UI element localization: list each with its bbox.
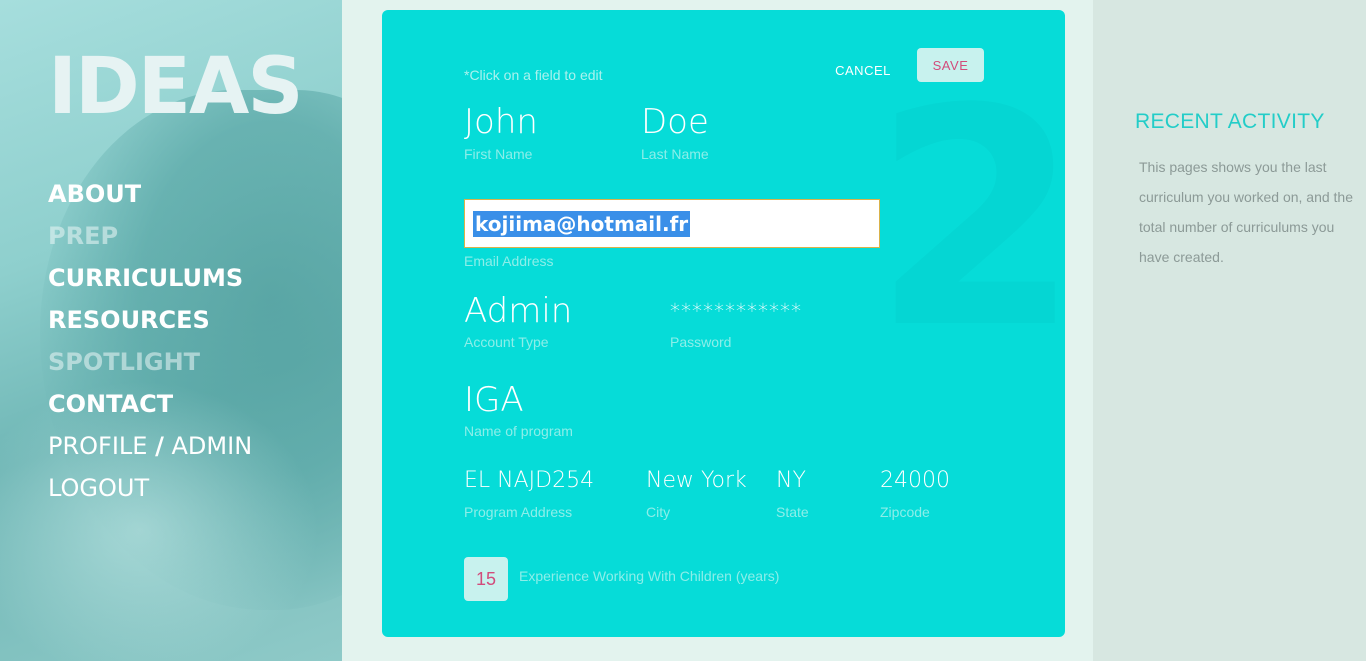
nav-item-about[interactable]: ABOUT — [48, 178, 252, 220]
nav-item-prep[interactable]: PREP — [48, 220, 252, 262]
save-button[interactable]: SAVE — [917, 48, 984, 82]
account-type-label: Account Type — [464, 334, 549, 350]
city-label: City — [646, 504, 671, 520]
email-label: Email Address — [464, 253, 554, 269]
background-decoration: 2 — [872, 45, 1065, 394]
nav-item-admin[interactable]: ADMIN — [172, 432, 253, 460]
program-name-label: Name of program — [464, 423, 573, 439]
profile-edit-card: 2 *Click on a field to edit CANCEL SAVE … — [382, 10, 1065, 637]
state-label: State — [776, 504, 809, 520]
nav-item-profile-admin: PROFILE / ADMIN — [48, 430, 252, 472]
program-address-field[interactable]: EL NAJD254 — [464, 468, 594, 493]
edit-hint: *Click on a field to edit — [464, 67, 603, 83]
recent-activity-title: RECENT ACTIVITY — [1135, 110, 1325, 133]
email-selected-text: kojiima@hotmail.fr — [473, 210, 691, 237]
program-name-field[interactable]: IGA — [464, 380, 524, 420]
nav-item-spotlight[interactable]: SPOTLIGHT — [48, 346, 252, 388]
zipcode-field[interactable]: 24000 — [880, 468, 950, 493]
zipcode-label: Zipcode — [880, 504, 930, 520]
cancel-button[interactable]: CANCEL — [822, 55, 904, 85]
experience-years-field[interactable]: 15 — [464, 557, 508, 601]
main-nav: ABOUT PREP CURRICULUMS RESOURCES SPOTLIG… — [48, 178, 252, 514]
account-type-field[interactable]: Admin — [464, 291, 572, 331]
nav-item-contact[interactable]: CONTACT — [48, 388, 252, 430]
state-field[interactable]: NY — [776, 468, 806, 493]
password-label: Password — [670, 334, 732, 350]
recent-activity-panel: RECENT ACTIVITY This pages shows you the… — [1093, 0, 1366, 661]
nav-separator: / — [155, 432, 164, 460]
nav-item-profile[interactable]: PROFILE — [48, 432, 147, 460]
city-field[interactable]: New York — [646, 468, 747, 493]
password-field[interactable]: ************ — [670, 299, 802, 323]
last-name-field[interactable]: Doe — [641, 102, 709, 142]
program-address-label: Program Address — [464, 504, 573, 520]
first-name-label: First Name — [464, 146, 533, 162]
email-input[interactable]: kojiima@hotmail.fr — [464, 199, 880, 248]
last-name-label: Last Name — [641, 146, 709, 162]
nav-item-logout[interactable]: LOGOUT — [48, 472, 252, 514]
sidebar: IDEAS ABOUT PREP CURRICULUMS RESOURCES S… — [0, 0, 342, 661]
nav-item-curriculums[interactable]: CURRICULUMS — [48, 262, 252, 304]
main-content: 2 *Click on a field to edit CANCEL SAVE … — [342, 0, 1093, 661]
recent-activity-description: This pages shows you the last curriculum… — [1139, 159, 1353, 265]
first-name-field[interactable]: John — [464, 102, 538, 142]
site-logo[interactable]: IDEAS — [48, 48, 304, 126]
experience-label: Experience Working With Children (years) — [519, 568, 780, 584]
nav-item-resources[interactable]: RESOURCES — [48, 304, 252, 346]
